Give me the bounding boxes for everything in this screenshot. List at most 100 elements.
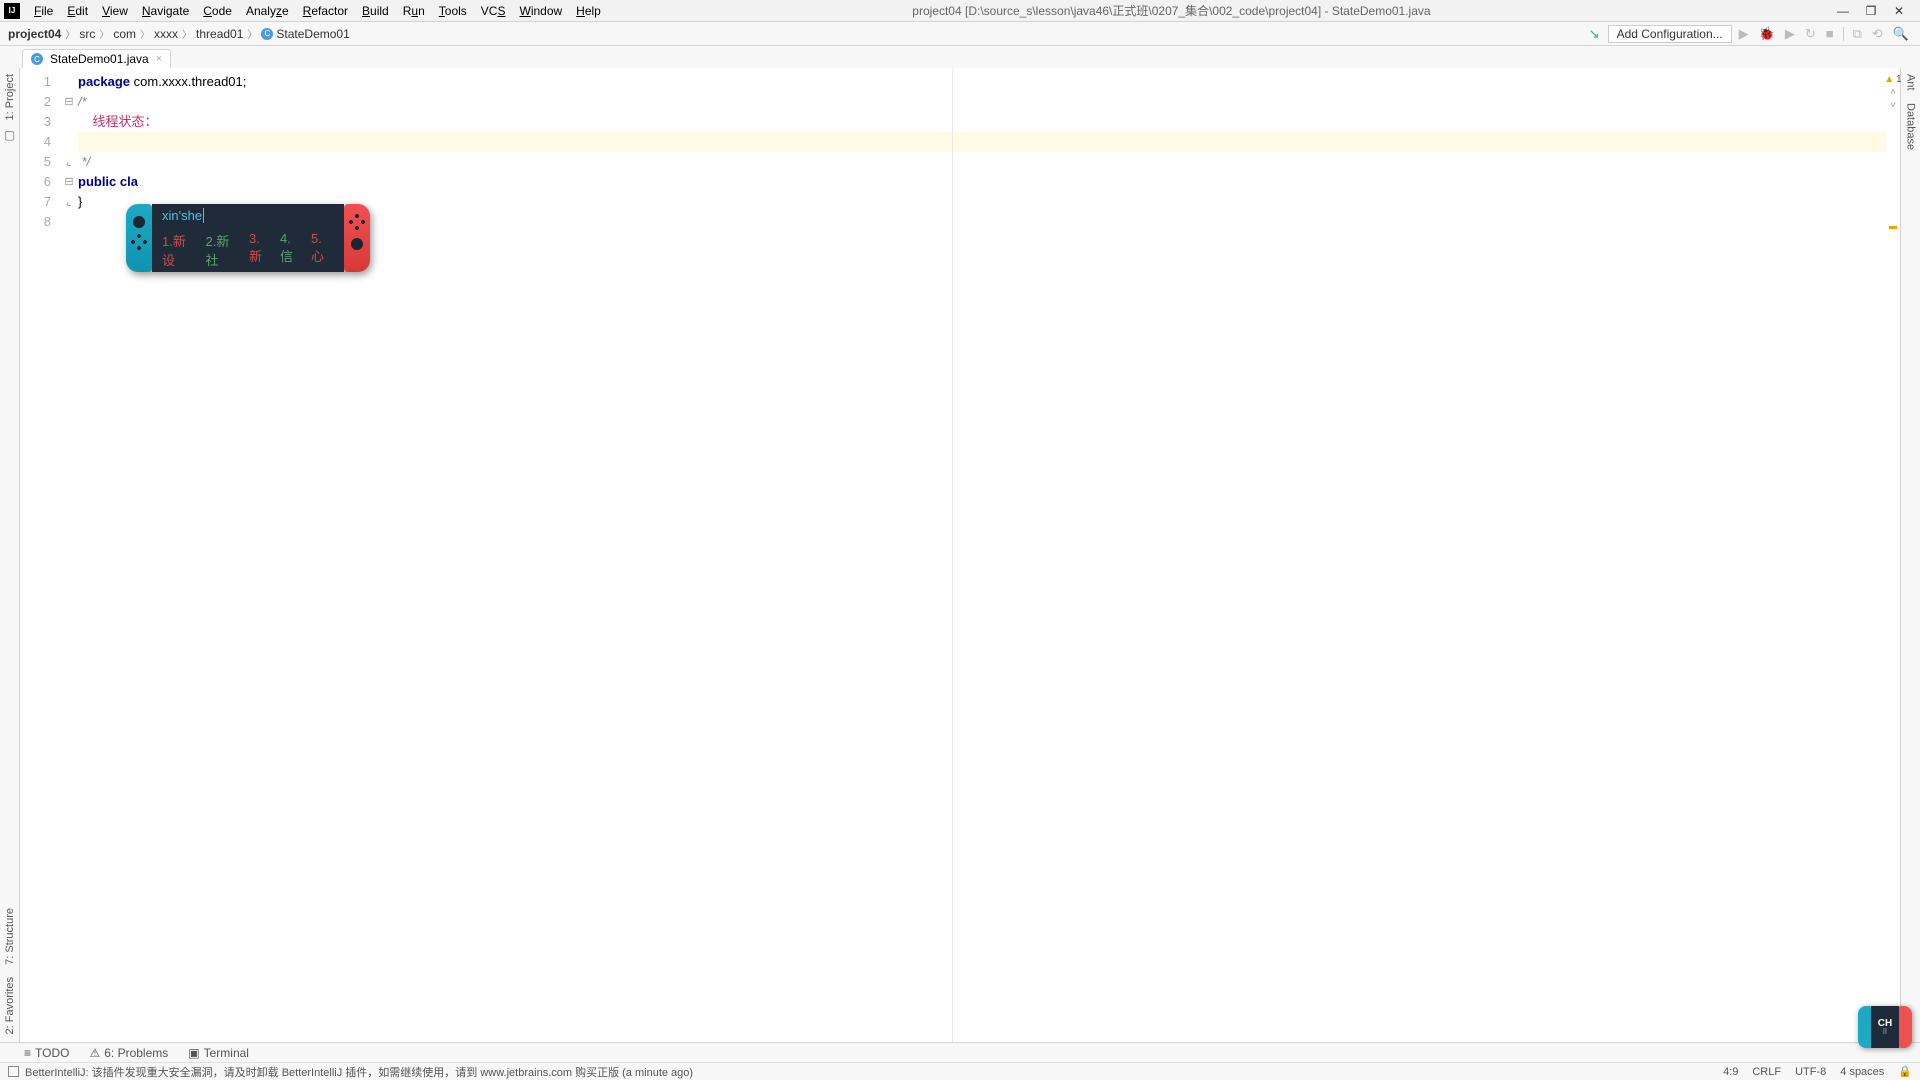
stop-icon[interactable]: ■ <box>1823 26 1837 41</box>
menu-view[interactable]: View <box>96 2 134 20</box>
database-tool-button[interactable]: Database <box>1905 99 1917 154</box>
project-tool-button[interactable]: 1: Project <box>4 70 16 124</box>
comment-text: 线程状态： <box>78 114 157 129</box>
terminal-tool-button[interactable]: ▣Terminal <box>188 1046 249 1060</box>
breadcrumb-item[interactable]: thread01 <box>196 27 243 41</box>
class-icon: C <box>31 53 43 65</box>
tool-windows-icon[interactable] <box>8 1066 19 1077</box>
fold-end-icon[interactable]: ⌞ <box>62 192 76 212</box>
breadcrumb-root[interactable]: project04 <box>8 27 61 41</box>
menu-build[interactable]: Build <box>356 2 395 20</box>
profile-icon[interactable]: ↻ <box>1802 26 1819 42</box>
ime-language-indicator[interactable]: CH ⠿ <box>1858 1006 1912 1048</box>
line-number: 3 <box>20 112 51 132</box>
editor-tab[interactable]: C StateDemo01.java × <box>22 49 171 68</box>
menu-code[interactable]: Code <box>197 2 238 20</box>
fold-end-icon[interactable]: ⌞ <box>62 152 76 172</box>
fold-start-icon[interactable]: ⊟ <box>62 172 76 192</box>
right-margin-line <box>952 68 953 1042</box>
folder-icon: ▢ <box>4 128 15 142</box>
ant-tool-button[interactable]: Ant <box>1905 70 1917 95</box>
indent-info[interactable]: 4 spaces <box>1840 1066 1884 1078</box>
menu-edit[interactable]: Edit <box>61 2 94 20</box>
chevron-down-icon[interactable]: ˅ <box>1890 100 1896 111</box>
menu-vcs[interactable]: VCS <box>475 2 512 20</box>
app-icon <box>4 3 20 19</box>
menu-run[interactable]: Run <box>397 2 431 20</box>
list-icon: ≡ <box>24 1046 31 1060</box>
structure-tool-button[interactable]: 7: Structure <box>4 904 16 969</box>
file-encoding[interactable]: UTF-8 <box>1795 1066 1826 1078</box>
line-number: 4 <box>20 132 51 152</box>
code-text: com.xxxx.thread01; <box>130 74 246 89</box>
ime-candidate[interactable]: 1.新设 <box>162 231 198 269</box>
ime-candidate[interactable]: 5.心 <box>311 231 334 269</box>
debug-icon[interactable]: 🐞 <box>1756 26 1778 42</box>
minimize-button[interactable]: — <box>1836 4 1850 18</box>
breadcrumb-item[interactable]: src <box>79 27 95 41</box>
update-icon[interactable]: ⟲ <box>1869 26 1886 42</box>
close-icon[interactable]: × <box>156 53 162 65</box>
left-tool-stripe: 1: Project ▢ 7: Structure 2: Favorites <box>0 68 20 1042</box>
menu-refactor[interactable]: Refactor <box>297 2 354 20</box>
line-number: 8 <box>20 212 51 232</box>
menu-navigate[interactable]: Navigate <box>136 2 195 20</box>
menu-analyze[interactable]: Analyze <box>240 2 295 20</box>
menu-tools[interactable]: Tools <box>433 2 473 20</box>
bottom-tool-bar: ≡TODO ⚠6: Problems ▣Terminal <box>0 1042 1920 1062</box>
ime-candidate-list: 1.新设 2.新社 3.新 4.信 5.心 <box>162 231 334 269</box>
code-text: } <box>78 194 82 209</box>
chevron-up-icon[interactable]: ˄ <box>1890 87 1896 98</box>
ime-candidate[interactable]: 2.新社 <box>206 231 242 269</box>
dots-icon: ⠿ <box>1882 1029 1887 1036</box>
close-button[interactable]: ✕ <box>1892 4 1906 18</box>
ime-input-text: xin'she <box>162 208 204 223</box>
chevron-right-icon: 〉 <box>65 26 75 41</box>
class-icon: C <box>261 28 273 40</box>
menu-file[interactable]: File <box>28 2 59 20</box>
ime-candidate-popup: xin'she 1.新设 2.新社 3.新 4.信 5.心 <box>126 204 370 272</box>
line-number: 7 <box>20 192 51 212</box>
chevron-right-icon: 〉 <box>182 26 192 41</box>
comment: /* <box>78 94 87 109</box>
ime-candidate[interactable]: 4.信 <box>280 231 303 269</box>
run-icon[interactable]: ▶ <box>1736 26 1752 42</box>
git-icon[interactable]: ⧉ <box>1850 26 1865 42</box>
ime-language-label: CH <box>1878 1018 1892 1029</box>
navigation-bar: project04 〉 src 〉 com 〉 xxxx 〉 thread01 … <box>0 22 1920 46</box>
search-icon[interactable]: 🔍 <box>1890 26 1912 42</box>
breadcrumb-item[interactable]: xxxx <box>154 27 178 41</box>
toolbar-right: ↘ Add Configuration... ▶ 🐞 ▶ ↻ ■ ⧉ ⟲ 🔍 <box>1589 25 1912 43</box>
maximize-button[interactable]: ❐ <box>1864 4 1878 18</box>
annotation-stripe: ▲1 ˄ ˅ <box>1886 68 1900 1042</box>
fold-column: ⊟ ⌞ ⊟ ⌞ <box>62 68 76 1042</box>
readonly-icon[interactable]: 🔒 <box>1898 1065 1912 1078</box>
status-message: BetterIntelliJ: 该插件发现重大安全漏洞，请及时卸载 Better… <box>25 1064 693 1080</box>
fold-start-icon[interactable]: ⊟ <box>62 92 76 112</box>
warning-marker[interactable] <box>1889 226 1897 229</box>
warning-icon: ⚠ <box>89 1046 100 1060</box>
build-icon[interactable]: ↘ <box>1589 26 1600 42</box>
caret-position[interactable]: 4:9 <box>1723 1066 1738 1078</box>
keyword: package <box>78 74 130 89</box>
problems-tool-button[interactable]: ⚠6: Problems <box>89 1046 168 1060</box>
editor-tabs: C StateDemo01.java × <box>0 46 1920 68</box>
tab-label: StateDemo01.java <box>50 52 149 66</box>
ime-candidate[interactable]: 3.新 <box>249 231 272 269</box>
coverage-icon[interactable]: ▶ <box>1782 26 1798 42</box>
breadcrumb-item[interactable]: com <box>113 27 136 41</box>
favorites-tool-button[interactable]: 2: Favorites <box>4 973 16 1038</box>
breadcrumb-label: StateDemo01 <box>276 27 349 41</box>
menu-window[interactable]: Window <box>513 2 568 20</box>
joycon-right-icon <box>1899 1006 1912 1048</box>
ime-indicator-screen: CH ⠿ <box>1871 1006 1899 1048</box>
breadcrumb-leaf[interactable]: CStateDemo01 <box>261 27 349 41</box>
inspection-indicator[interactable]: ▲1 <box>1884 74 1901 85</box>
separator <box>1843 27 1844 41</box>
menu-help[interactable]: Help <box>570 2 607 20</box>
todo-tool-button[interactable]: ≡TODO <box>24 1046 69 1060</box>
line-separator[interactable]: CRLF <box>1752 1066 1781 1078</box>
chevron-right-icon: 〉 <box>247 26 257 41</box>
add-configuration-button[interactable]: Add Configuration... <box>1608 25 1732 43</box>
window-title: project04 [D:\source_s\lesson\java46\正式班… <box>607 2 1836 19</box>
